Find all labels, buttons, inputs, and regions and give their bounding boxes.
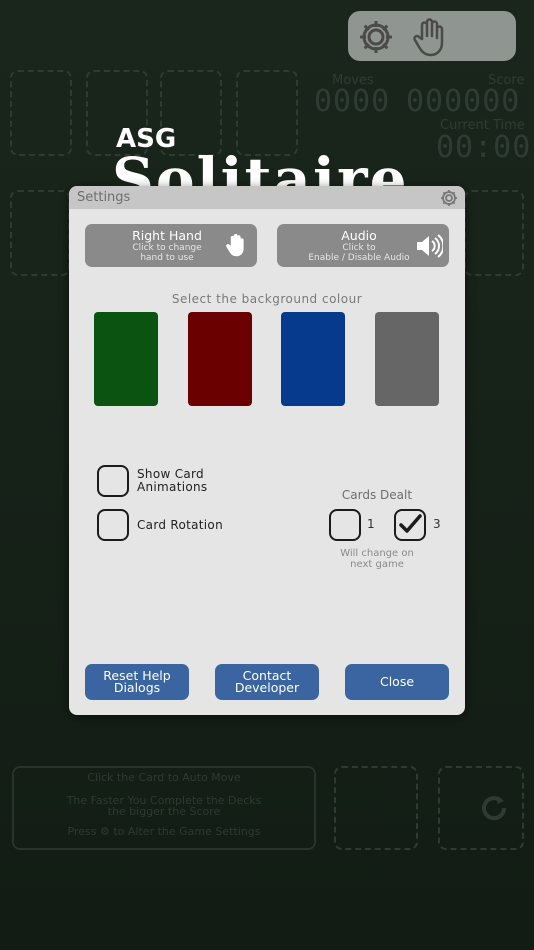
swatch-blue[interactable]	[281, 312, 345, 406]
time-value: 00:00	[436, 130, 532, 165]
swatch-green[interactable]	[94, 312, 158, 406]
card-slot	[10, 190, 70, 276]
hand-icon	[225, 232, 247, 262]
show-card-animations-checkbox[interactable]	[97, 465, 129, 497]
card-slot	[464, 190, 524, 276]
gear-icon	[439, 188, 459, 212]
cards-dealt-3-label: 3	[433, 517, 441, 531]
gear-icon: ⚙	[99, 825, 110, 838]
dialog-header: Settings	[69, 186, 465, 209]
cards-dealt-1-label: 1	[367, 517, 375, 531]
hint-line: Press ⚙ to Alter the Game Settings	[67, 825, 261, 838]
show-card-animations-label: Show Card Animations	[137, 467, 208, 494]
hint-line: the bigger the Score	[107, 805, 221, 818]
refresh-icon	[478, 792, 510, 828]
card-rotation-checkbox[interactable]	[97, 509, 129, 541]
close-button[interactable]: Close	[345, 664, 449, 700]
audio-toggle-button[interactable]: Audio Click to Enable / Disable Audio	[277, 224, 449, 267]
speaker-icon	[415, 234, 445, 262]
cards-dealt-note: Will change on next game	[340, 548, 414, 570]
contact-developer-button[interactable]: Contact Developer	[215, 664, 319, 700]
cards-dealt-1-checkbox[interactable]	[329, 509, 361, 541]
card-slot	[334, 766, 418, 850]
hand-toggle-button[interactable]: Right Hand Click to change hand to use	[85, 224, 257, 267]
cards-dealt-3-checkbox[interactable]	[394, 509, 426, 541]
top-toolbar	[348, 11, 516, 61]
swatch-red[interactable]	[188, 312, 252, 406]
hint-line: Click the Card to Auto Move	[87, 771, 241, 784]
hint-box: Click the Card to Auto Move The Faster Y…	[12, 766, 316, 850]
moves-value: 0000	[314, 84, 391, 119]
card-slot	[10, 70, 72, 156]
checkmark-icon	[399, 514, 422, 533]
background-colour-label: Select the background colour	[171, 292, 363, 306]
score-value: 000000	[406, 84, 521, 119]
settings-dialog: Settings Right Hand Click to change hand…	[69, 186, 465, 715]
gear-icon[interactable]	[356, 17, 396, 61]
reset-help-dialogs-button[interactable]: Reset Help Dialogs	[85, 664, 189, 700]
hand-icon[interactable]	[412, 17, 448, 61]
logo-solitaire: Solitaire	[112, 145, 409, 192]
card-rotation-label: Card Rotation	[137, 518, 223, 532]
swatch-grey[interactable]	[375, 312, 439, 406]
cards-dealt-label: Cards Dealt	[341, 488, 413, 502]
dialog-title: Settings	[77, 190, 131, 205]
